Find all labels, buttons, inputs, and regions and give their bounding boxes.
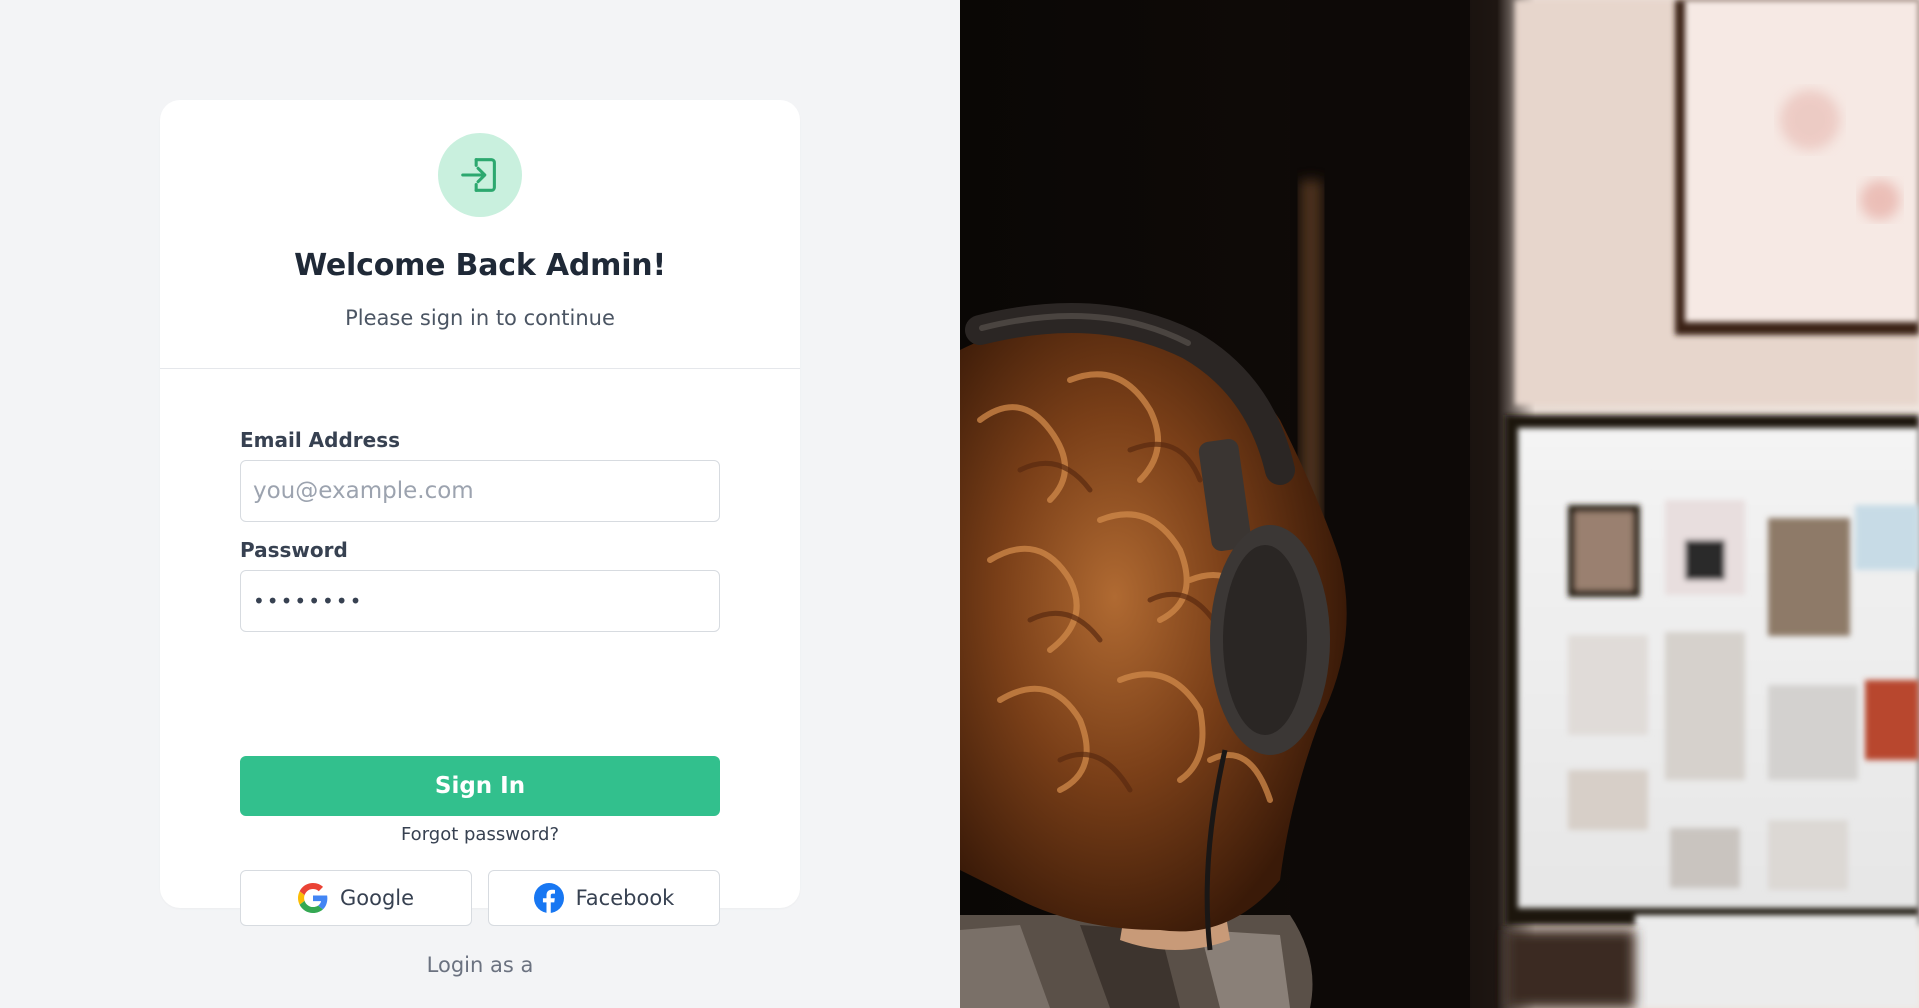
page-title: Welcome Back Admin! xyxy=(294,248,666,283)
password-input[interactable] xyxy=(240,570,720,632)
login-card: Welcome Back Admin! Please sign in to co… xyxy=(160,100,800,977)
google-login-button[interactable]: Google xyxy=(240,870,472,926)
facebook-icon xyxy=(533,883,564,913)
google-icon xyxy=(297,883,328,913)
login-pane: Welcome Back Admin! Please sign in to co… xyxy=(0,0,960,1008)
facebook-label: Facebook xyxy=(575,886,675,910)
hero-photo-illustration xyxy=(960,0,1919,1008)
login-as-text: Login as a xyxy=(426,953,534,977)
logo-badge xyxy=(438,133,522,217)
sign-in-button[interactable]: Sign In xyxy=(240,756,720,816)
forgot-password-link[interactable]: Forgot password? xyxy=(240,824,720,845)
page-subtitle: Please sign in to continue xyxy=(345,306,615,330)
hero-photo xyxy=(960,0,1919,1008)
facebook-login-button[interactable]: Facebook xyxy=(488,870,720,926)
email-label: Email Address xyxy=(240,428,401,452)
card-header: Welcome Back Admin! Please sign in to co… xyxy=(160,100,800,369)
google-label: Google xyxy=(339,886,415,910)
sign-in-icon xyxy=(461,158,496,192)
password-label: Password xyxy=(240,538,348,562)
login-page: Welcome Back Admin! Please sign in to co… xyxy=(0,0,1919,1008)
email-input[interactable] xyxy=(240,460,720,522)
